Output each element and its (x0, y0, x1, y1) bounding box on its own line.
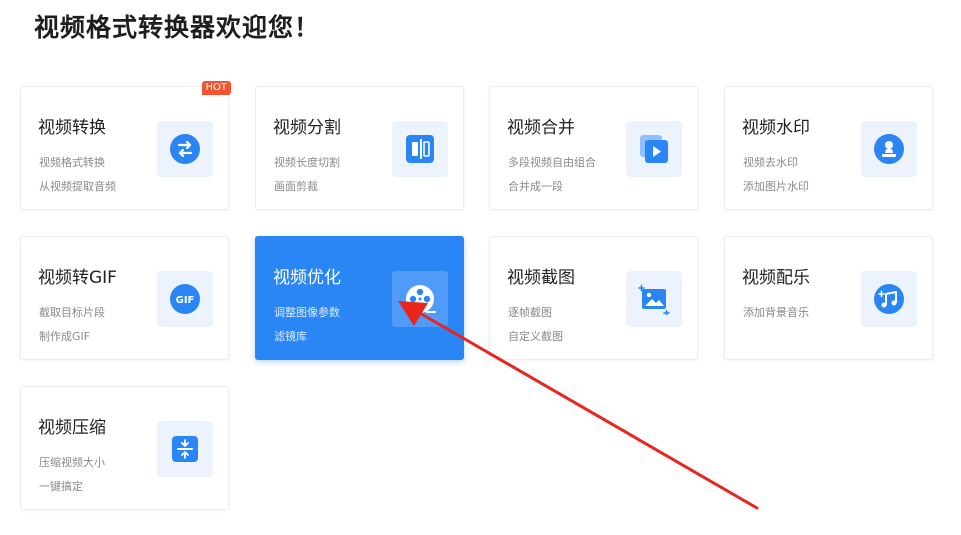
card-title: 视频转换 (38, 118, 106, 138)
watermark-icon (861, 121, 917, 177)
card-video-screenshot[interactable]: 视频截图 逐帧截图 自定义截图 (489, 236, 698, 360)
card-title: 视频截图 (507, 268, 575, 288)
card-video-split[interactable]: 视频分割 视频长度切割 画面剪裁 (255, 86, 464, 210)
compress-icon (157, 421, 213, 477)
card-desc: 合并成一段 (508, 180, 563, 193)
card-desc: 视频长度切割 (274, 156, 340, 169)
card-desc: 自定义截图 (508, 330, 563, 343)
card-video-merge[interactable]: 视频合并 多段视频自由组合 合并成一段 (489, 86, 698, 210)
card-video-convert[interactable]: HOT 视频转换 视频格式转换 从视频提取音频 (20, 81, 231, 210)
card-desc: 压缩视频大小 (39, 456, 105, 469)
card-desc: 视频去水印 (743, 156, 798, 169)
film-reel-icon (392, 271, 448, 327)
page-title: 视频格式转换器欢迎您！ (34, 13, 321, 42)
split-icon (392, 121, 448, 177)
card-desc: 多段视频自由组合 (508, 156, 596, 169)
card-title: 视频配乐 (742, 268, 810, 288)
card-title: 视频分割 (273, 118, 341, 138)
card-desc: 截取目标片段 (39, 306, 105, 319)
card-desc: 制作成GIF (39, 330, 91, 343)
card-desc: 一键搞定 (39, 480, 83, 493)
music-icon (861, 271, 917, 327)
swap-icon (157, 121, 213, 177)
merge-icon (626, 121, 682, 177)
card-desc: 视频格式转换 (39, 156, 105, 169)
card-title: 视频合并 (507, 118, 575, 138)
hot-badge: HOT (201, 81, 231, 95)
gif-icon: GIF (157, 271, 213, 327)
svg-text:GIF: GIF (176, 295, 195, 306)
card-title: 视频优化 (273, 268, 341, 288)
card-desc: 添加背景音乐 (743, 306, 809, 319)
card-video-music[interactable]: 视频配乐 添加背景音乐 (724, 236, 933, 360)
card-title: 视频转GIF (38, 268, 117, 288)
card-title: 视频压缩 (38, 418, 106, 438)
card-desc: 滤镜库 (274, 330, 307, 343)
card-desc: 画面剪裁 (274, 180, 318, 193)
card-title: 视频水印 (742, 118, 810, 138)
card-video-to-gif[interactable]: 视频转GIF 截取目标片段 制作成GIF GIF (20, 236, 229, 360)
card-desc: 调整图像参数 (274, 306, 340, 319)
card-desc: 逐帧截图 (508, 306, 552, 319)
card-desc: 添加图片水印 (743, 180, 809, 193)
card-desc: 从视频提取音频 (39, 180, 116, 193)
card-video-optimize[interactable]: 视频优化 调整图像参数 滤镜库 (255, 236, 464, 360)
card-video-compress[interactable]: 视频压缩 压缩视频大小 一键搞定 (20, 386, 229, 510)
screenshot-icon (626, 271, 682, 327)
card-video-watermark[interactable]: 视频水印 视频去水印 添加图片水印 (724, 86, 933, 210)
